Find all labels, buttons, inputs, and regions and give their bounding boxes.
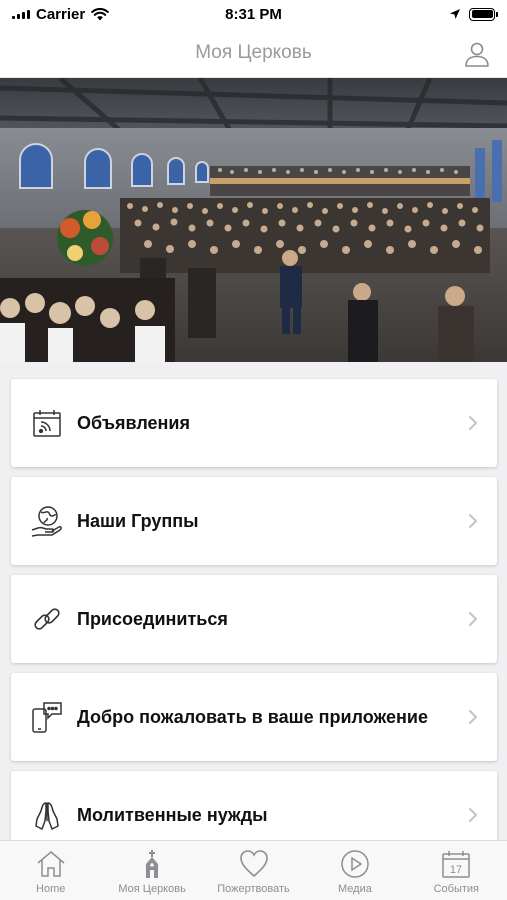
chevron-right-icon	[469, 612, 477, 626]
tab-donate[interactable]: Пожертвовать	[203, 841, 304, 900]
calendar-icon: 17	[442, 851, 471, 878]
tab-label: События	[433, 883, 480, 895]
menu-item-welcome[interactable]: Добро пожаловать в ваше приложение	[11, 673, 497, 761]
tab-label: Home	[36, 883, 66, 895]
chevron-right-icon	[469, 710, 477, 724]
link-icon	[34, 608, 60, 630]
tab-label: Моя Церковь	[118, 883, 186, 895]
menu-item-label: Объявления	[77, 412, 190, 433]
person-icon[interactable]	[463, 40, 491, 68]
nav-bar: Моя Церковь	[0, 28, 507, 78]
heart-icon	[239, 850, 268, 878]
status-bar: Carrier 8:31 PM	[0, 0, 507, 28]
phone-chat-icon	[32, 702, 62, 733]
carrier-label: Carrier	[36, 5, 86, 23]
church-icon	[146, 850, 159, 878]
menu-item-label: Молитвенные нужды	[77, 804, 268, 825]
hero-image	[0, 78, 507, 362]
tab-label: Медиа	[338, 883, 372, 895]
menu-item-prayer[interactable]: Молитвенные нужды	[11, 771, 497, 840]
tab-events[interactable]: 17 События	[406, 841, 507, 900]
menu-item-groups[interactable]: Наши Группы	[11, 477, 497, 565]
calendar-date: 17	[450, 864, 462, 876]
location-arrow-icon	[450, 9, 460, 19]
calendar-feed-icon	[33, 410, 61, 437]
menu-item-announcements[interactable]: Объявления	[11, 379, 497, 467]
chevron-right-icon	[469, 808, 477, 822]
chevron-right-icon	[469, 416, 477, 430]
battery-icon	[469, 7, 498, 21]
tab-home[interactable]: Home	[0, 841, 101, 900]
wifi-icon	[91, 7, 110, 20]
tab-my-church[interactable]: Моя Церковь	[101, 841, 202, 900]
tab-bar: Home Моя Церковь Пожертвовать Медиа 17 С…	[0, 840, 507, 900]
menu-item-label: Добро пожаловать в ваше приложение	[77, 706, 428, 727]
play-icon	[341, 850, 369, 878]
page-title: Моя Церковь	[195, 41, 312, 63]
menu-item-label: Присоединиться	[77, 608, 228, 629]
tab-label: Пожертвовать	[217, 883, 290, 895]
tab-media[interactable]: Медиа	[304, 841, 405, 900]
globe-hand-icon	[31, 506, 62, 537]
menu-item-join[interactable]: Присоединиться	[11, 575, 497, 663]
signal-icon	[12, 9, 30, 19]
praying-hands-icon	[35, 802, 59, 831]
menu-list: Объявления Наши Группы Присоединиться До…	[0, 362, 507, 840]
chevron-right-icon	[469, 514, 477, 528]
menu-item-label: Наши Группы	[77, 510, 199, 531]
home-icon	[37, 851, 65, 877]
